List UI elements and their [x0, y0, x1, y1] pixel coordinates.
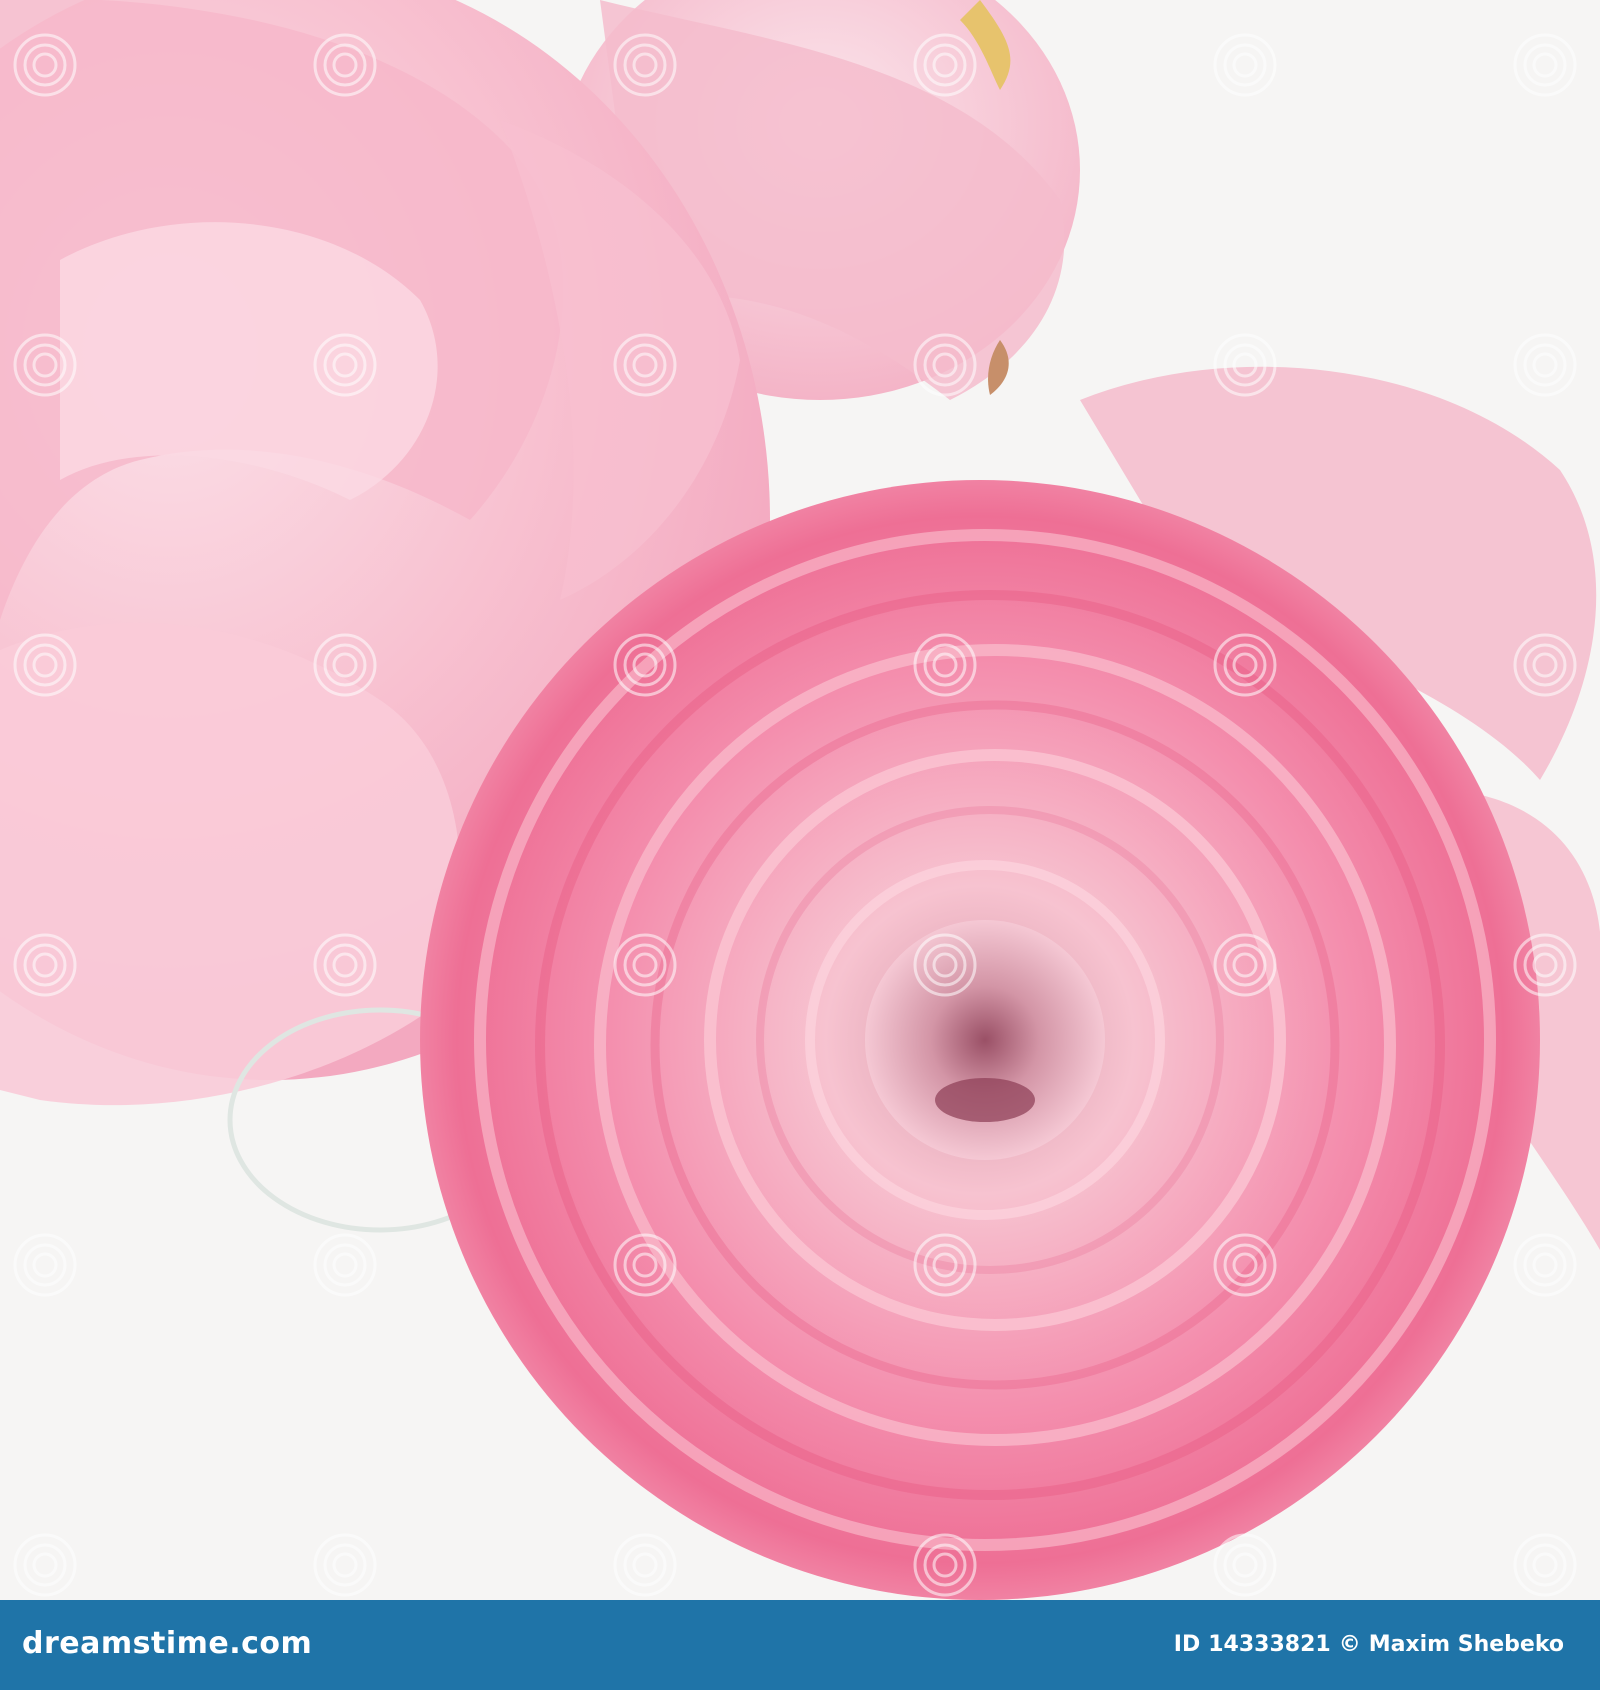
flower-photo [0, 0, 1600, 1600]
author-name: Maxim Shebeko [1368, 1632, 1564, 1657]
copyright-symbol: © [1338, 1632, 1361, 1657]
stock-photo: dreamstime.com ID 14333821 © Maxim Shebeko [0, 0, 1600, 1690]
ranunculus-illustration [0, 0, 1600, 1600]
attribution-bar: dreamstime.com ID 14333821 © Maxim Shebeko [0, 1600, 1600, 1690]
image-id: 14333821 [1208, 1632, 1331, 1657]
id-label: ID [1173, 1632, 1201, 1657]
image-credit: ID 14333821 © Maxim Shebeko [1174, 1632, 1564, 1657]
site-wordmark: dreamstime.com [22, 1626, 313, 1661]
